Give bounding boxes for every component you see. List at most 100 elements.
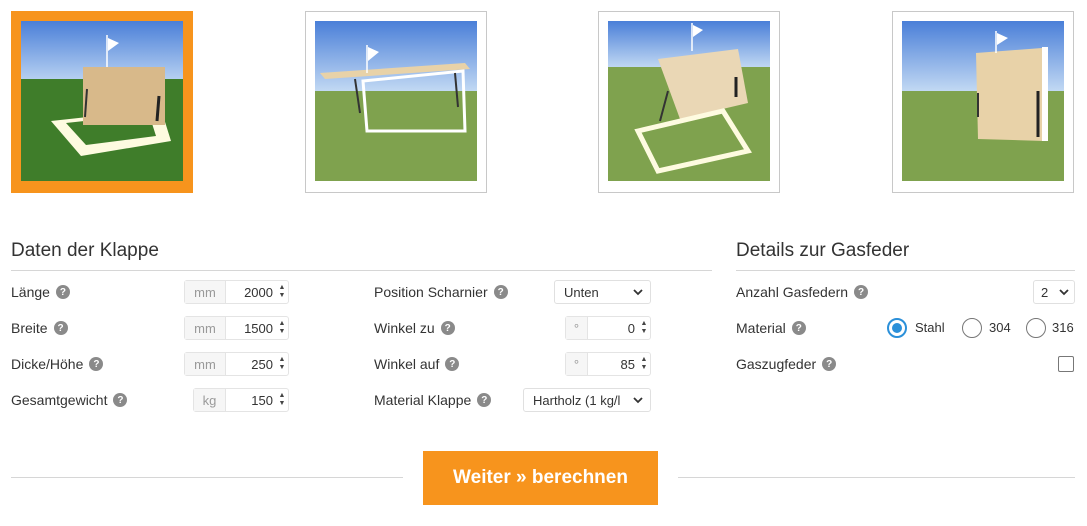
gewicht-help-icon[interactable]: ?	[113, 393, 128, 407]
dicke-input[interactable]: 250	[226, 353, 276, 375]
winkel-zu-label-row: Winkel zu ?	[374, 320, 455, 336]
laenge-input-group[interactable]: mm 2000 ▲ ▼	[184, 280, 289, 304]
breite-input-group[interactable]: mm 1500 ▲ ▼	[184, 316, 289, 340]
zugfeder-help-icon[interactable]: ?	[822, 357, 837, 371]
material-radio-stahl[interactable]	[887, 318, 907, 338]
spin-down-icon[interactable]: ▼	[641, 328, 648, 336]
chevron-down-icon	[1059, 289, 1069, 296]
spin-up-icon[interactable]: ▲	[279, 356, 286, 364]
breite-stepper[interactable]: ▲ ▼	[276, 317, 288, 339]
spin-down-icon[interactable]: ▼	[641, 364, 648, 372]
winkel-zu-input[interactable]: 0	[588, 317, 638, 339]
zugfeder-label: Gaszugfeder	[736, 356, 817, 372]
winkel-auf-unit: °	[566, 353, 588, 375]
scene-hinge-bottom-image	[21, 21, 183, 181]
dicke-help-icon[interactable]: ?	[89, 357, 104, 371]
footer-divider-right	[678, 477, 1075, 478]
scharnier-label: Position Scharnier	[374, 284, 488, 300]
laenge-help-icon[interactable]: ?	[55, 285, 70, 299]
anzahl-select[interactable]: 2	[1033, 280, 1075, 304]
winkel-zu-help-icon[interactable]: ?	[440, 321, 455, 335]
thumbnail-hinge-front[interactable]	[598, 11, 780, 193]
gewicht-label: Gesamtgewicht	[11, 392, 108, 408]
laenge-label-row: Länge ?	[11, 284, 70, 300]
material-help-icon[interactable]: ?	[791, 321, 806, 335]
dicke-label-row: Dicke/Höhe ?	[11, 356, 104, 372]
winkel-zu-input-group[interactable]: ° 0 ▲ ▼	[565, 316, 651, 340]
material-klappe-help-icon[interactable]: ?	[477, 393, 492, 407]
winkel-auf-input-group[interactable]: ° 85 ▲ ▼	[565, 352, 651, 376]
spin-down-icon[interactable]: ▼	[279, 400, 286, 408]
dicke-label: Dicke/Höhe	[11, 356, 84, 372]
scene-hinge-front-image	[608, 21, 770, 181]
gewicht-stepper[interactable]: ▲ ▼	[276, 389, 288, 411]
gewicht-unit: kg	[194, 389, 226, 411]
material-label-row: Material ?	[736, 320, 806, 336]
scharnier-select-value: Unten	[564, 284, 599, 300]
winkel-auf-label: Winkel auf	[374, 356, 440, 372]
material-radio-304-label[interactable]: 304	[989, 320, 1011, 335]
zugfeder-label-row: Gaszugfeder ?	[736, 356, 837, 372]
scene-hinge-top-image	[315, 21, 477, 181]
dicke-stepper[interactable]: ▲ ▼	[276, 353, 288, 375]
anzahl-label-row: Anzahl Gasfedern ?	[736, 284, 869, 300]
breite-help-icon[interactable]: ?	[53, 321, 68, 335]
zugfeder-checkbox[interactable]	[1058, 356, 1074, 372]
winkel-zu-unit: °	[566, 317, 588, 339]
material-label: Material	[736, 320, 786, 336]
scene-hinge-side-image	[902, 21, 1064, 181]
anzahl-label: Anzahl Gasfedern	[736, 284, 849, 300]
laenge-stepper[interactable]: ▲ ▼	[276, 281, 288, 303]
gewicht-input-group[interactable]: kg 150 ▲ ▼	[193, 388, 289, 412]
winkel-zu-stepper[interactable]: ▲ ▼	[638, 317, 650, 339]
flap-section-divider	[11, 270, 712, 271]
dicke-unit: mm	[185, 353, 226, 375]
material-klappe-select[interactable]: Hartholz (1 kg/l	[523, 388, 651, 412]
spin-down-icon[interactable]: ▼	[279, 364, 286, 372]
winkel-auf-label-row: Winkel auf ?	[374, 356, 460, 372]
footer-divider-left	[11, 477, 403, 478]
material-klappe-label: Material Klappe	[374, 392, 472, 408]
flap-section-title: Daten der Klappe	[11, 240, 159, 261]
material-klappe-select-value: Hartholz (1 kg/l	[533, 392, 621, 408]
material-klappe-label-row: Material Klappe ?	[374, 392, 492, 408]
winkel-zu-label: Winkel zu	[374, 320, 435, 336]
breite-label: Breite	[11, 320, 48, 336]
thumbnail-hinge-side[interactable]	[892, 11, 1074, 193]
gewicht-input[interactable]: 150	[226, 389, 276, 411]
scharnier-select[interactable]: Unten	[554, 280, 651, 304]
thumbnail-hinge-top[interactable]	[305, 11, 487, 193]
spin-up-icon[interactable]: ▲	[279, 320, 286, 328]
chevron-down-icon	[633, 289, 643, 296]
breite-unit: mm	[185, 317, 226, 339]
spin-up-icon[interactable]: ▲	[641, 356, 648, 364]
scharnier-label-row: Position Scharnier ?	[374, 284, 508, 300]
anzahl-select-value: 2	[1041, 284, 1049, 300]
laenge-input[interactable]: 2000	[226, 281, 276, 303]
spin-down-icon[interactable]: ▼	[279, 328, 286, 336]
material-radio-304[interactable]	[962, 318, 982, 338]
breite-label-row: Breite ?	[11, 320, 68, 336]
thumbnail-hinge-bottom[interactable]	[11, 11, 193, 193]
winkel-auf-stepper[interactable]: ▲ ▼	[638, 353, 650, 375]
winkel-auf-input[interactable]: 85	[588, 353, 638, 375]
spin-down-icon[interactable]: ▼	[279, 292, 286, 300]
dicke-input-group[interactable]: mm 250 ▲ ▼	[184, 352, 289, 376]
spin-up-icon[interactable]: ▲	[279, 284, 286, 292]
laenge-unit: mm	[185, 281, 226, 303]
winkel-auf-help-icon[interactable]: ?	[445, 357, 460, 371]
spin-up-icon[interactable]: ▲	[279, 392, 286, 400]
material-radio-316-label[interactable]: 316	[1052, 320, 1074, 335]
gas-section-title: Details zur Gasfeder	[736, 240, 910, 261]
spin-up-icon[interactable]: ▲	[641, 320, 648, 328]
scharnier-help-icon[interactable]: ?	[493, 285, 508, 299]
gas-section-divider	[736, 270, 1075, 271]
anzahl-help-icon[interactable]: ?	[854, 285, 869, 299]
gewicht-label-row: Gesamtgewicht ?	[11, 392, 128, 408]
material-radio-316[interactable]	[1026, 318, 1046, 338]
calculate-button[interactable]: Weiter » berechnen	[423, 451, 658, 505]
material-radio-stahl-label[interactable]: Stahl	[915, 320, 945, 335]
laenge-label: Länge	[11, 284, 50, 300]
breite-input[interactable]: 1500	[226, 317, 276, 339]
chevron-down-icon	[632, 394, 644, 406]
